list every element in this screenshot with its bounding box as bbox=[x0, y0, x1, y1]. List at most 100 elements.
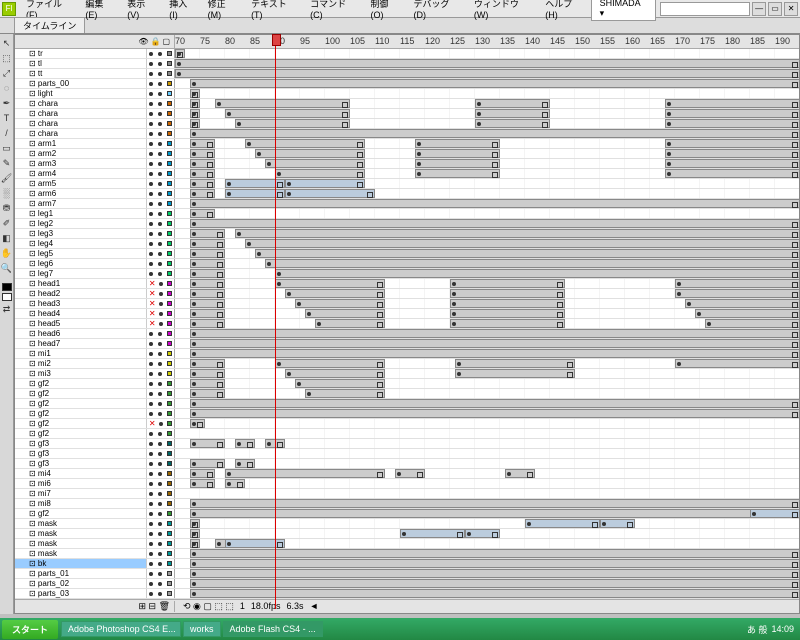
layer-name[interactable]: ⊡ mi7 bbox=[15, 489, 147, 498]
layer-name[interactable]: ⊡ chara bbox=[15, 109, 147, 118]
layer-row[interactable]: ⊡ gf2 bbox=[15, 389, 799, 399]
layer-row[interactable]: ⊡ head5✕ bbox=[15, 319, 799, 329]
scrollbar-left[interactable]: ◄ bbox=[309, 601, 318, 612]
lasso-tool[interactable]: ◌ bbox=[1, 81, 13, 95]
layer-name[interactable]: ⊡ gf2 bbox=[15, 419, 147, 428]
menu-item[interactable]: 挿入(I) bbox=[163, 0, 201, 22]
layer-row[interactable]: ⊡ parts_02 bbox=[15, 579, 799, 589]
timeline-body[interactable]: ⊡ tr⊡ tl⊡ tt⊡ parts_00⊡ light⊡ chara⊡ ch… bbox=[15, 49, 799, 599]
menu-item[interactable]: ウィンドウ(W) bbox=[468, 0, 539, 22]
layer-row[interactable]: ⊡ arm5 bbox=[15, 179, 799, 189]
free-transform-tool[interactable]: ⤢ bbox=[1, 66, 13, 80]
layer-track[interactable] bbox=[175, 539, 799, 548]
layer-name[interactable]: ⊡ leg7 bbox=[15, 269, 147, 278]
layer-row[interactable]: ⊡ gf2 bbox=[15, 429, 799, 439]
layer-name[interactable]: ⊡ gf2 bbox=[15, 509, 147, 518]
layer-name[interactable]: ⊡ chara bbox=[15, 99, 147, 108]
layer-name[interactable]: ⊡ mask bbox=[15, 539, 147, 548]
layer-name[interactable]: ⊡ arm6 bbox=[15, 189, 147, 198]
layer-track[interactable] bbox=[175, 69, 799, 78]
layer-row[interactable]: ⊡ parts_03 bbox=[15, 589, 799, 599]
layer-row[interactable]: ⊡ tl bbox=[15, 59, 799, 69]
layer-name[interactable]: ⊡ mask bbox=[15, 519, 147, 528]
layer-row[interactable]: ⊡ mask bbox=[15, 549, 799, 559]
layer-track[interactable] bbox=[175, 179, 799, 188]
layer-row[interactable]: ⊡ head2✕ bbox=[15, 289, 799, 299]
layer-name[interactable]: ⊡ parts_00 bbox=[15, 79, 147, 88]
layer-track[interactable] bbox=[175, 129, 799, 138]
layer-name[interactable]: ⊡ tl bbox=[15, 59, 147, 68]
layer-track[interactable] bbox=[175, 509, 799, 518]
layer-row[interactable]: ⊡ mask bbox=[15, 519, 799, 529]
layer-track[interactable] bbox=[175, 339, 799, 348]
footer-icons[interactable]: ⟲ ◉ ▢ ⬚ ⬚ bbox=[183, 601, 234, 612]
maximize-button[interactable]: ▭ bbox=[768, 2, 782, 16]
brush-tool[interactable]: 🖌 bbox=[1, 171, 13, 185]
ime-status[interactable]: あ 般 bbox=[747, 623, 768, 636]
menu-item[interactable]: デバッグ(D) bbox=[407, 0, 467, 22]
layer-row[interactable]: ⊡ gf2 bbox=[15, 379, 799, 389]
taskbar-item[interactable]: Adobe Photoshop CS4 E... bbox=[61, 621, 181, 637]
layer-name[interactable]: ⊡ head7 bbox=[15, 339, 147, 348]
layer-name[interactable]: ⊡ head6 bbox=[15, 329, 147, 338]
layer-row[interactable]: ⊡ head4✕ bbox=[15, 309, 799, 319]
stroke-swatch[interactable] bbox=[2, 283, 12, 291]
layer-row[interactable]: ⊡ head6 bbox=[15, 329, 799, 339]
text-tool[interactable]: T bbox=[1, 111, 13, 125]
layer-name[interactable]: ⊡ arm5 bbox=[15, 179, 147, 188]
layer-row[interactable]: ⊡ leg7 bbox=[15, 269, 799, 279]
layer-name[interactable]: ⊡ mi6 bbox=[15, 479, 147, 488]
layer-track[interactable] bbox=[175, 549, 799, 558]
layer-row[interactable]: ⊡ mi6 bbox=[15, 479, 799, 489]
layer-row[interactable]: ⊡ leg5 bbox=[15, 249, 799, 259]
layer-name[interactable]: ⊡ tr bbox=[15, 49, 147, 58]
layer-track[interactable] bbox=[175, 59, 799, 68]
layer-row[interactable]: ⊡ leg3 bbox=[15, 229, 799, 239]
layer-name[interactable]: ⊡ gf2 bbox=[15, 409, 147, 418]
layer-name[interactable]: ⊡ mi2 bbox=[15, 359, 147, 368]
layer-name[interactable]: ⊡ head5 bbox=[15, 319, 147, 328]
layer-row[interactable]: ⊡ gf2✕ bbox=[15, 419, 799, 429]
layer-row[interactable]: ⊡ mi3 bbox=[15, 369, 799, 379]
layer-track[interactable] bbox=[175, 379, 799, 388]
frame-ruler[interactable]: 7075808590951001051101151201251301351401… bbox=[175, 35, 799, 48]
layer-name[interactable]: ⊡ gf3 bbox=[15, 449, 147, 458]
rect-tool[interactable]: ▭ bbox=[1, 141, 13, 155]
layer-track[interactable] bbox=[175, 429, 799, 438]
layer-track[interactable] bbox=[175, 439, 799, 448]
layer-name[interactable]: ⊡ leg4 bbox=[15, 239, 147, 248]
layer-row[interactable]: ⊡ mask bbox=[15, 539, 799, 549]
layer-track[interactable] bbox=[175, 529, 799, 538]
layer-row[interactable]: ⊡ arm3 bbox=[15, 159, 799, 169]
layer-track[interactable] bbox=[175, 309, 799, 318]
layer-row[interactable]: ⊡ chara bbox=[15, 119, 799, 129]
layer-row[interactable]: ⊡ parts_01 bbox=[15, 569, 799, 579]
layer-row[interactable]: ⊡ arm4 bbox=[15, 169, 799, 179]
layer-track[interactable] bbox=[175, 169, 799, 178]
layer-row[interactable]: ⊡ arm6 bbox=[15, 189, 799, 199]
layer-name[interactable]: ⊡ arm3 bbox=[15, 159, 147, 168]
pencil-tool[interactable]: ✎ bbox=[1, 156, 13, 170]
layer-name[interactable]: ⊡ head3 bbox=[15, 299, 147, 308]
layer-name[interactable]: ⊡ chara bbox=[15, 129, 147, 138]
layer-row[interactable]: ⊡ gf3 bbox=[15, 449, 799, 459]
start-button[interactable]: スタート bbox=[2, 620, 58, 639]
layer-row[interactable]: ⊡ bk bbox=[15, 559, 799, 569]
layer-track[interactable] bbox=[175, 349, 799, 358]
layer-track[interactable] bbox=[175, 559, 799, 568]
layer-track[interactable] bbox=[175, 289, 799, 298]
swap-colors[interactable]: ⇄ bbox=[1, 302, 13, 316]
layer-track[interactable] bbox=[175, 489, 799, 498]
taskbar-item[interactable]: Adobe Flash CS4 - ... bbox=[223, 621, 323, 637]
move-tool[interactable]: ↖ bbox=[1, 36, 13, 50]
hand-tool[interactable]: ✋ bbox=[1, 246, 13, 260]
layer-row[interactable]: ⊡ chara bbox=[15, 109, 799, 119]
layer-name[interactable]: ⊡ mi4 bbox=[15, 469, 147, 478]
ink-tool[interactable]: ░ bbox=[1, 186, 13, 200]
layer-track[interactable] bbox=[175, 449, 799, 458]
layer-row[interactable]: ⊡ mi8 bbox=[15, 499, 799, 509]
layer-name[interactable]: ⊡ head4 bbox=[15, 309, 147, 318]
zoom-tool[interactable]: 🔍 bbox=[1, 261, 13, 275]
layer-name[interactable]: ⊡ leg3 bbox=[15, 229, 147, 238]
menu-item[interactable]: 修正(M) bbox=[202, 0, 245, 22]
